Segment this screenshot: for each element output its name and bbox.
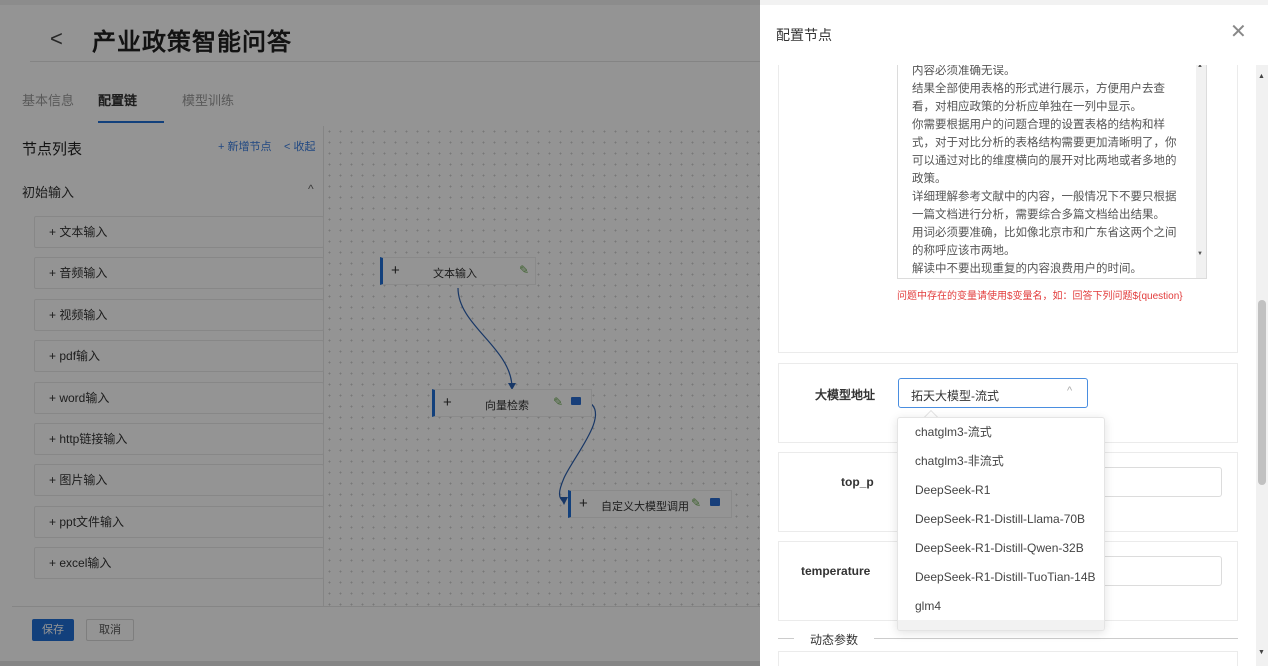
prompt-textarea[interactable]: 内容必须准确无误。 结果全部使用表格的形式进行展示，方便用户去查看，对相应政策的…: [897, 65, 1207, 279]
dynamic-params-divider: 动态参数: [778, 629, 1238, 649]
dropdown-scroll-edge: [898, 620, 1104, 630]
dropdown-option[interactable]: DeepSeek-R1-Distill-Llama-70B: [898, 505, 1104, 534]
dropdown-option[interactable]: chatglm3-非流式: [898, 447, 1104, 476]
model-select-value: 拓天大模型-流式: [911, 389, 999, 403]
scroll-down-icon[interactable]: ▼: [1197, 251, 1203, 257]
prompt-text[interactable]: 内容必须准确无误。 结果全部使用表格的形式进行展示，方便用户去查看，对相应政策的…: [912, 65, 1184, 277]
modal-overlay[interactable]: [0, 0, 760, 666]
dynamic-params-card: [778, 651, 1238, 666]
dropdown-option[interactable]: DeepSeek-R1-Distill-TuoTian-14B: [898, 563, 1104, 592]
drawer-scrollbar[interactable]: ▲ ▼: [1256, 65, 1268, 666]
scrollbar-thumb[interactable]: [1258, 300, 1266, 485]
scroll-down-icon[interactable]: ▼: [1258, 649, 1265, 656]
model-dropdown[interactable]: chatglm3-流式 chatglm3-非流式 DeepSeek-R1 Dee…: [897, 417, 1105, 631]
textarea-scrollbar[interactable]: ▲ ▼: [1196, 65, 1206, 278]
model-address-label: 大模型地址: [815, 388, 876, 402]
temperature-label: temperature: [801, 564, 871, 578]
dropdown-option[interactable]: chatglm3-流式: [898, 418, 1104, 447]
divider-line: [778, 638, 794, 639]
dropdown-option[interactable]: DeepSeek-R1-Distill-Qwen-32B: [898, 534, 1104, 563]
dynamic-params-label: 动态参数: [810, 633, 859, 647]
model-select[interactable]: 拓天大模型-流式 ^: [898, 378, 1088, 408]
scroll-up-icon[interactable]: ▲: [1258, 73, 1265, 80]
divider-line: [874, 638, 1238, 639]
dropdown-option[interactable]: DeepSeek-R1: [898, 476, 1104, 505]
chevron-up-icon[interactable]: ^: [1067, 385, 1072, 397]
top-p-label: top_p: [841, 475, 874, 489]
dropdown-option[interactable]: glm4: [898, 592, 1104, 621]
scroll-up-icon[interactable]: ▲: [1197, 65, 1203, 69]
prompt-card: 内容必须准确无误。 结果全部使用表格的形式进行展示，方便用户去查看，对相应政策的…: [778, 65, 1238, 353]
drawer-title: 配置节点: [776, 27, 832, 43]
prompt-hint: 问题中存在的变量请使用$变量名，如：回答下列问题${question}: [897, 291, 1183, 302]
close-icon[interactable]: ✕: [1230, 19, 1247, 44]
